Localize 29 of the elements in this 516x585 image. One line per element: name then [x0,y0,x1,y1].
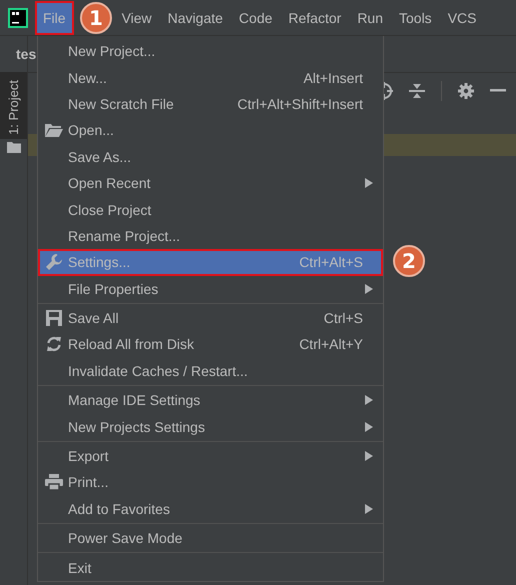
menu-item[interactable]: Invalidate Caches / Restart... [38,358,383,384]
menu-bar-item[interactable]: Navigate [160,0,231,34]
menu-item[interactable]: Add to Favorites [38,496,383,522]
menu-item[interactable]: New Projects Settings [38,413,383,440]
menu-item[interactable]: Power Save Mode [38,525,383,552]
menu-item[interactable]: New... Alt+Insert [38,64,383,91]
menu-item[interactable]: Save As... [38,144,383,170]
menu-item[interactable]: Manage IDE Settings [38,387,383,414]
menu-item[interactable]: Open... [38,117,383,144]
menu-item[interactable]: Reload All from Disk Ctrl+Alt+Y [38,331,383,358]
menu-bar-item[interactable]: Code [230,0,280,34]
menu-item[interactable]: New Scratch File Ctrl+Alt+Shift+Insert [38,90,383,118]
menu-item[interactable]: New Project... [38,38,383,64]
menu-item[interactable]: Save All Ctrl+S [38,304,383,332]
menu-item[interactable]: Export [38,442,383,470]
menu-item[interactable]: Rename Project... [38,222,383,250]
menu-item[interactable]: Open Recent [38,170,383,196]
project-tool-window-tab[interactable]: 1: Project [0,72,27,139]
menu-item[interactable]: Print... [38,469,383,496]
menu-bar-item[interactable]: Run [349,0,391,34]
editor-tab[interactable]: tes [16,46,36,62]
menu-item[interactable]: File Properties [38,276,383,302]
menu-item[interactable]: Exit [38,554,383,581]
menu-item[interactable]: Close Project [38,196,383,223]
menu-bar-item[interactable]: Tools [391,0,440,34]
menu-bar-item[interactable]: VCS [440,0,484,34]
menu-bar-item[interactable]: Refactor [280,0,350,34]
step-badge: 1 [80,2,112,34]
menu-bar-item[interactable]: View [114,0,160,34]
